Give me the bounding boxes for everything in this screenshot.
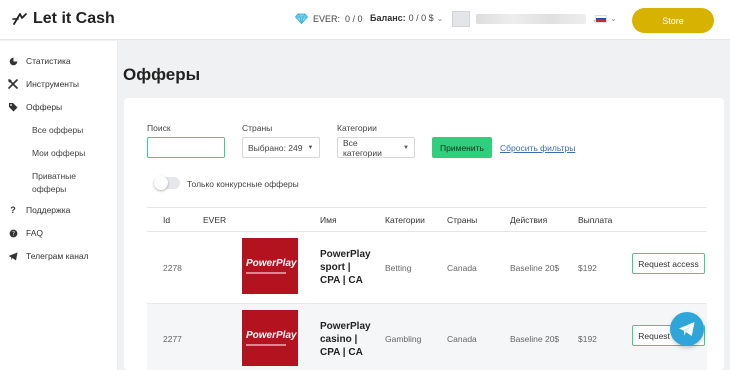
logo-underline (246, 271, 286, 274)
offer-name-line: CPA | CA (320, 347, 363, 358)
language-selector[interactable]: ⌄ (595, 14, 617, 23)
contest-offers-toggle-label: Только конкурсные офферы (187, 179, 299, 189)
sidebar-subitem-label-line1: Приватные (32, 171, 76, 181)
categories-value: Все категории (343, 137, 382, 158)
sidebar-subitem-label-line2: офферы (32, 184, 67, 194)
column-header-payout: Выплата (578, 215, 613, 225)
diamond-icon (295, 13, 308, 24)
store-button[interactable]: Store (632, 8, 714, 33)
categories-label: Категории (337, 123, 377, 133)
column-header-countries: Страны (447, 215, 478, 225)
user-menu[interactable]: ⌄ (452, 11, 599, 27)
cell-payout: $192 (578, 263, 597, 273)
logo-text: Let it Cash (33, 10, 115, 27)
sidebar-item-support[interactable]: ? Поддержка (8, 205, 70, 215)
search-input[interactable] (147, 137, 225, 158)
countries-select[interactable]: Выбрано: 249 ▼ (242, 137, 320, 158)
logo-underline (246, 343, 286, 346)
offer-name-line: PowerPlay (320, 249, 371, 260)
caret-down-icon: ▼ (403, 144, 409, 151)
cell-category: Betting (385, 263, 412, 273)
sidebar-item-label: Статистика (26, 56, 71, 66)
offer-name-line: casino | (320, 334, 358, 345)
logo-icon (12, 13, 27, 25)
contest-offers-toggle[interactable] (154, 176, 180, 190)
cell-country: Canada (447, 334, 477, 344)
balance-value: 0 / 0 $ (408, 13, 434, 23)
offer-name-line: PowerPlay (320, 321, 371, 332)
sidebar-item-label: Офферы (26, 102, 63, 112)
user-name-redacted (476, 14, 586, 24)
search-label: Поиск (147, 123, 171, 133)
tag-icon (8, 102, 18, 112)
sidebar-item-tools[interactable]: Инструменты (8, 79, 79, 89)
sidebar-subitem-private-offers[interactable]: Приватные офферы (32, 170, 76, 196)
column-header-ever: EVER (203, 215, 227, 225)
offer-logo[interactable]: PowerPlay (242, 310, 298, 366)
sidebar-item-label: Инструменты (26, 79, 80, 89)
sidebar-item-offers[interactable]: Офферы (8, 102, 62, 112)
ru-flag-icon (595, 14, 607, 23)
chevron-down-icon: ⌄ (610, 14, 617, 23)
pie-chart-icon (8, 56, 18, 66)
countries-label: Страны (242, 123, 273, 133)
cell-id: 2278 (163, 263, 182, 273)
table-row (147, 304, 707, 370)
offer-logo-text: PowerPlay (246, 329, 297, 341)
reset-filters-link[interactable]: Сбросить фильтры (500, 143, 575, 153)
column-header-id: Id (163, 215, 171, 225)
toggle-knob (154, 176, 168, 190)
ever-value: 0 / 0 (345, 13, 363, 24)
telegram-plane-icon (679, 322, 695, 336)
sidebar-item-telegram[interactable]: Телеграм канал (8, 251, 89, 261)
offer-name-line: CPA | CA (320, 275, 363, 286)
tools-icon (8, 79, 18, 89)
sidebar-item-statistics[interactable]: Статистика (8, 56, 71, 66)
sidebar-item-label: Поддержка (26, 205, 71, 215)
categories-select[interactable]: Все категории ▼ (337, 137, 415, 158)
balance-label: Баланс: (370, 13, 406, 23)
sidebar-item-label: FAQ (26, 228, 44, 238)
telegram-icon (8, 251, 18, 261)
sidebar-item-label: Телеграм канал (26, 251, 89, 261)
request-access-button[interactable]: Request access (632, 253, 705, 274)
caret-down-icon: ▼ (307, 144, 314, 151)
ever-label: EVER: (313, 13, 341, 24)
column-header-actions: Действия (510, 215, 548, 225)
countries-value: Выбрано: 249 (248, 142, 303, 153)
column-header-categories: Категории (385, 215, 425, 225)
offer-logo-text: PowerPlay (246, 257, 297, 269)
column-header-name: Имя (320, 215, 337, 225)
sidebar-item-faq[interactable]: ? FAQ (8, 228, 43, 238)
logo[interactable]: Let it Cash (12, 10, 115, 28)
table-top-divider (147, 207, 707, 208)
page-title: Офферы (123, 65, 201, 84)
cell-id: 2277 (163, 334, 182, 344)
telegram-float-button[interactable] (670, 312, 704, 346)
cell-offer-name[interactable]: PowerPlay casino | CPA | CA (320, 320, 371, 359)
balance-dropdown[interactable]: Баланс: 0 / 0 $ ⌄ (370, 13, 443, 23)
cell-country: Canada (447, 263, 477, 273)
avatar (452, 11, 470, 27)
ever-counter: EVER: 0 / 0 (295, 13, 363, 24)
cell-offer-name[interactable]: PowerPlay sport | CPA | CA (320, 248, 371, 287)
offer-logo[interactable]: PowerPlay (242, 238, 298, 294)
cell-action: Baseline 20$ (510, 263, 560, 273)
cell-category: Gambling (385, 334, 422, 344)
sidebar-subitem-all-offers[interactable]: Все офферы (32, 124, 83, 137)
cell-action: Baseline 20$ (510, 334, 560, 344)
sidebar-subitem-my-offers[interactable]: Мои офферы (32, 147, 85, 160)
question-icon: ? (10, 205, 16, 215)
help-circle-icon: ? (8, 228, 18, 238)
cell-payout: $192 (578, 334, 597, 344)
chevron-down-icon: ⌄ (436, 13, 444, 23)
svg-text:?: ? (11, 231, 14, 237)
top-header: Let it Cash EVER: 0 / 0 Баланс: 0 / 0 $ … (0, 0, 730, 40)
offer-name-line: sport | (320, 262, 351, 273)
table-row (147, 232, 707, 303)
apply-filters-button[interactable]: Применить (432, 137, 492, 158)
